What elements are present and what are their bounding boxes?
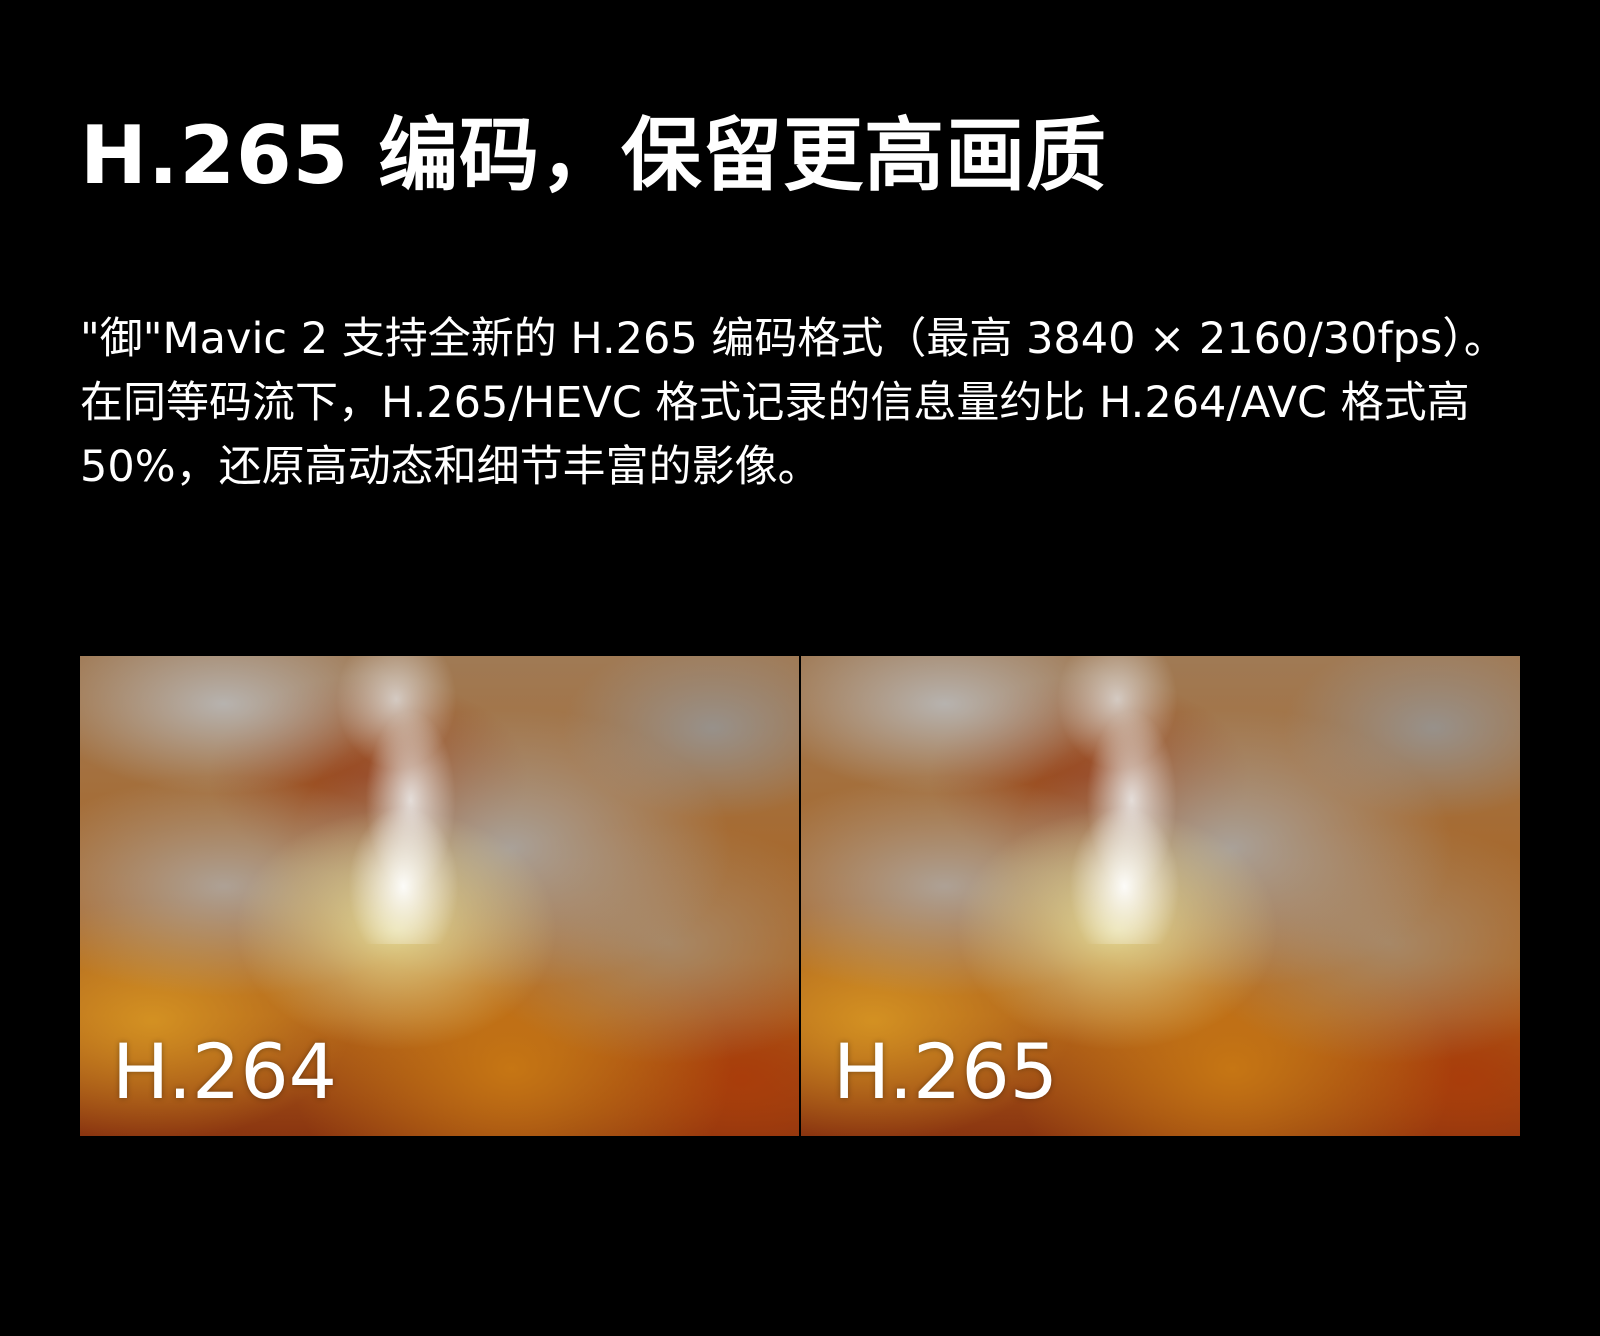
h264-sample-image: H.264 (80, 656, 799, 1136)
h264-label: H.264 (112, 1027, 338, 1116)
h265-sample-image: H.265 (801, 656, 1520, 1136)
description-paragraph: "御"Mavic 2 支持全新的 H.265 编码格式（最高 3840 × 21… (80, 307, 1580, 499)
description-line-2: 在同等码流下，H.265/HEVC 格式记录的信息量约比 H.264/AVC 格… (80, 378, 1470, 428)
steam-plume (1052, 656, 1197, 944)
description-line-1: "御"Mavic 2 支持全新的 H.265 编码格式（最高 3840 × 21… (80, 314, 1507, 364)
page-headline: H.265 编码，保留更高画质 (80, 109, 1108, 202)
h265-label: H.265 (833, 1027, 1059, 1116)
description-line-3: 50%，还原高动态和细节丰富的影像。 (80, 442, 821, 492)
steam-plume (331, 656, 476, 944)
codec-comparison: H.264 H.265 (80, 656, 1521, 1136)
